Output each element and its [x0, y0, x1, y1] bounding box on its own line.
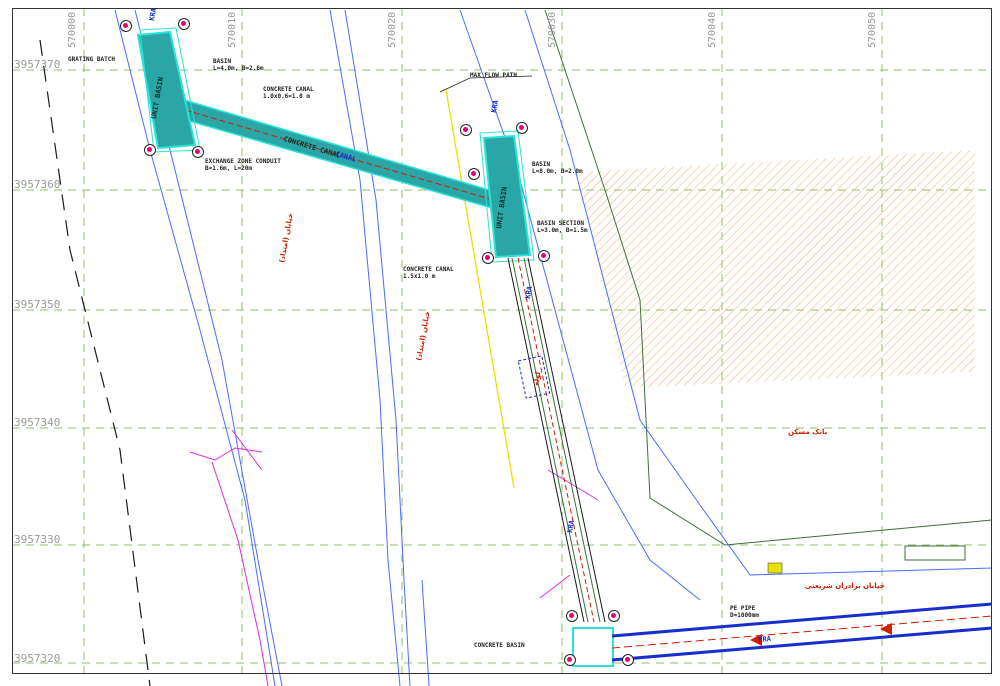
note-line: B=1.6m, L=20m [205, 165, 252, 172]
callout-marker [178, 18, 190, 30]
callout-marker [538, 250, 550, 262]
note-exchange-zone: EXCHANGE ZONE CONDUIT B=1.6m, L=20m [205, 158, 281, 172]
concrete-basin [572, 627, 614, 667]
pipe-tag: KRA [758, 634, 772, 644]
callout-marker [120, 20, 132, 32]
callout-marker [566, 610, 578, 622]
note-grating-batch: GRATING BATCH [68, 56, 115, 63]
callout-marker [482, 252, 494, 264]
easting-label: 570040 [707, 11, 718, 48]
note-line: CONCRETE CANAL [403, 266, 454, 273]
cad-drawing-view: 3957370 3957360 3957350 3957340 3957330 … [0, 0, 1000, 686]
note-line: L=8.0m, B=2.0m [532, 168, 583, 175]
note-line: L=3.0m, B=1.5m [537, 227, 588, 234]
note-line: 1.0x0.6=1.0 m [263, 93, 310, 100]
note-line: PE PIPE [730, 605, 756, 612]
note-line: BASIN [213, 58, 232, 65]
northing-label: 3957320 [14, 652, 61, 665]
callout-marker [460, 124, 472, 136]
hatched-parcel [578, 150, 975, 388]
easting-label: 570030 [547, 11, 558, 48]
main-pipe [611, 602, 993, 662]
easting-label: 570020 [387, 11, 398, 48]
note-concrete-canal-2: CONCRETE CANAL 1.5x1.0 m [403, 266, 454, 280]
callout-marker [608, 610, 620, 622]
street-sign [767, 562, 783, 574]
note-concrete-basin: CONCRETE BASIN [474, 642, 525, 649]
note-line: 1.5x1.0 m [403, 273, 436, 280]
callout-marker [564, 654, 576, 666]
pipe-corridor [507, 257, 606, 623]
note-basin-1: BASIN L=4.0m, B=2.6m [213, 58, 264, 72]
northing-label: 3957360 [14, 178, 61, 191]
note-line: CONCRETE CANAL [263, 86, 314, 93]
callout-marker [468, 168, 480, 180]
easting-label: 570050 [867, 11, 878, 48]
callout-marker [192, 146, 204, 158]
callout-marker [622, 654, 634, 666]
street-label: خیابان برادران شریعتی [805, 582, 885, 590]
note-pipe: PE PIPE D=1000mm [730, 605, 759, 619]
note-concrete-canal-1: CONCRETE CANAL 1.0x0.6=1.0 m [263, 86, 314, 100]
note-basin-2: BASIN L=8.0m, B=2.0m [532, 161, 583, 175]
curb-box [904, 545, 966, 561]
callout-marker [144, 144, 156, 156]
northing-label: 3957330 [14, 533, 61, 546]
utility-lines [189, 429, 599, 686]
easting-label: 570010 [227, 11, 238, 48]
bank-label: بانک مسکن [788, 428, 828, 436]
northing-label: 3957370 [14, 58, 61, 71]
note-line: BASIN [532, 161, 551, 168]
note-line: D=1000mm [730, 612, 759, 619]
easting-label: 570000 [67, 11, 78, 48]
note-line: BASIN SECTION [537, 220, 584, 227]
northing-label: 3957340 [14, 416, 61, 429]
northing-label: 3957350 [14, 298, 61, 311]
note-max-flow-path: MAX FLOW PATH [470, 72, 517, 79]
note-basin-section: BASIN SECTION L=3.0m, B=1.5m [537, 220, 588, 234]
note-line: EXCHANGE ZONE CONDUIT [205, 158, 281, 165]
note-line: L=4.0m, B=2.6m [213, 65, 264, 72]
callout-marker [516, 122, 528, 134]
